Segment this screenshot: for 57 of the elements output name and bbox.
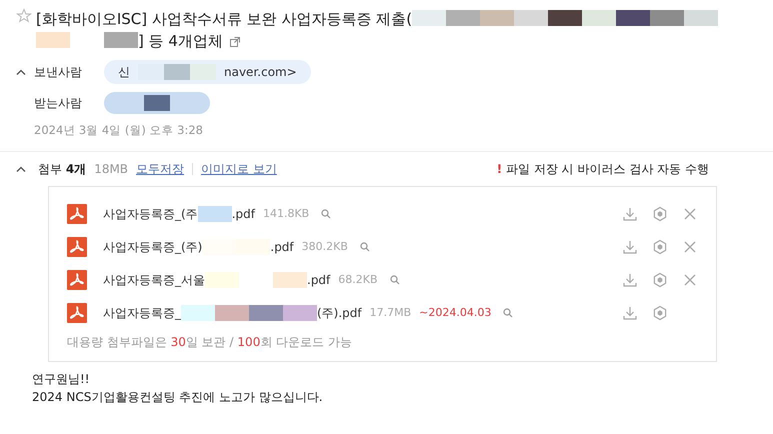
storage-note-text: 대용량 첨부파일은: [67, 335, 168, 350]
storage-note-text: 30: [170, 335, 186, 350]
file-size: 141.8KB: [262, 206, 310, 222]
save-all-link[interactable]: 모두저장: [136, 160, 184, 178]
close-icon[interactable]: [682, 272, 698, 288]
file-name: (주).pdf: [317, 304, 362, 322]
file-size: 380.2KB: [302, 238, 348, 254]
file-name: 사업자등록증_(주: [103, 206, 198, 223]
file-name: .pdf: [232, 206, 255, 223]
recipient-label: 받는사람: [34, 95, 83, 112]
search-icon[interactable]: [390, 274, 400, 285]
file-name: 사업자등록증_(주): [103, 238, 202, 256]
body-paragraph: 연구원님!!: [32, 371, 91, 388]
external-link-icon[interactable]: [228, 36, 241, 48]
file-name: 사업자등록증_: [103, 304, 181, 322]
file-name: 사업자등록증_서울: [103, 272, 205, 289]
pdf-file-icon[interactable]: [67, 270, 87, 290]
storage-note-text: 100: [237, 335, 260, 350]
close-icon[interactable]: [682, 238, 698, 255]
download-icon[interactable]: [622, 206, 638, 222]
warning-mark: !: [496, 161, 502, 178]
storage-note-text: 회 다운로드 가능: [260, 335, 352, 350]
subject-text: [화학바이오ISC] 사업착수서류 보완 사업자등록증 제출(: [36, 10, 412, 28]
body-paragraph: 2024 NCS기업활용컨설팅 추진에 노고가 많으십니다.: [32, 389, 324, 406]
file-size: 17.7MB: [370, 304, 412, 320]
virus-scan-notice: 파일 저장 시 바이러스 검사 자동 수행: [506, 161, 709, 178]
hexagon-icon[interactable]: [652, 238, 668, 255]
hexagon-icon[interactable]: [652, 206, 668, 222]
file-name: .pdf: [270, 238, 294, 256]
attachment-count: 첨부 4개: [38, 161, 86, 178]
file-size: 68.2KB: [338, 272, 378, 288]
star-icon[interactable]: [16, 8, 32, 24]
hexagon-icon[interactable]: [652, 272, 668, 288]
collapse-chevron-icon[interactable]: [16, 165, 26, 174]
search-icon[interactable]: [360, 242, 370, 252]
search-icon[interactable]: [321, 208, 332, 219]
total-size: 18MB: [94, 161, 128, 178]
recipient-chip[interactable]: [104, 92, 210, 114]
redaction-mosaic: [198, 206, 232, 222]
pdf-file-icon[interactable]: [67, 236, 87, 257]
hexagon-icon[interactable]: [652, 304, 668, 321]
storage-note-text: 일 보관 /: [186, 335, 235, 350]
subject-text: ] 등 4개업체: [138, 32, 223, 50]
file-name: .pdf: [307, 272, 330, 289]
date-text: 2024년 3월 4일 (월) 오후 3:28: [33, 122, 204, 139]
expiry-date: ~2024.04.03: [419, 304, 492, 320]
search-icon[interactable]: [503, 308, 514, 318]
download-icon[interactable]: [622, 272, 638, 288]
download-icon[interactable]: [622, 304, 638, 321]
close-icon[interactable]: [682, 206, 698, 222]
sender-chip[interactable]: 신 naver.com>: [104, 60, 311, 84]
pdf-file-icon[interactable]: [67, 302, 87, 323]
collapse-chevron-icon[interactable]: [16, 68, 26, 76]
pdf-file-icon[interactable]: [67, 204, 87, 224]
view-as-image-link[interactable]: 이미지로 보기: [201, 160, 277, 178]
sender-label: 보낸사람: [34, 64, 83, 81]
download-icon[interactable]: [622, 238, 638, 255]
